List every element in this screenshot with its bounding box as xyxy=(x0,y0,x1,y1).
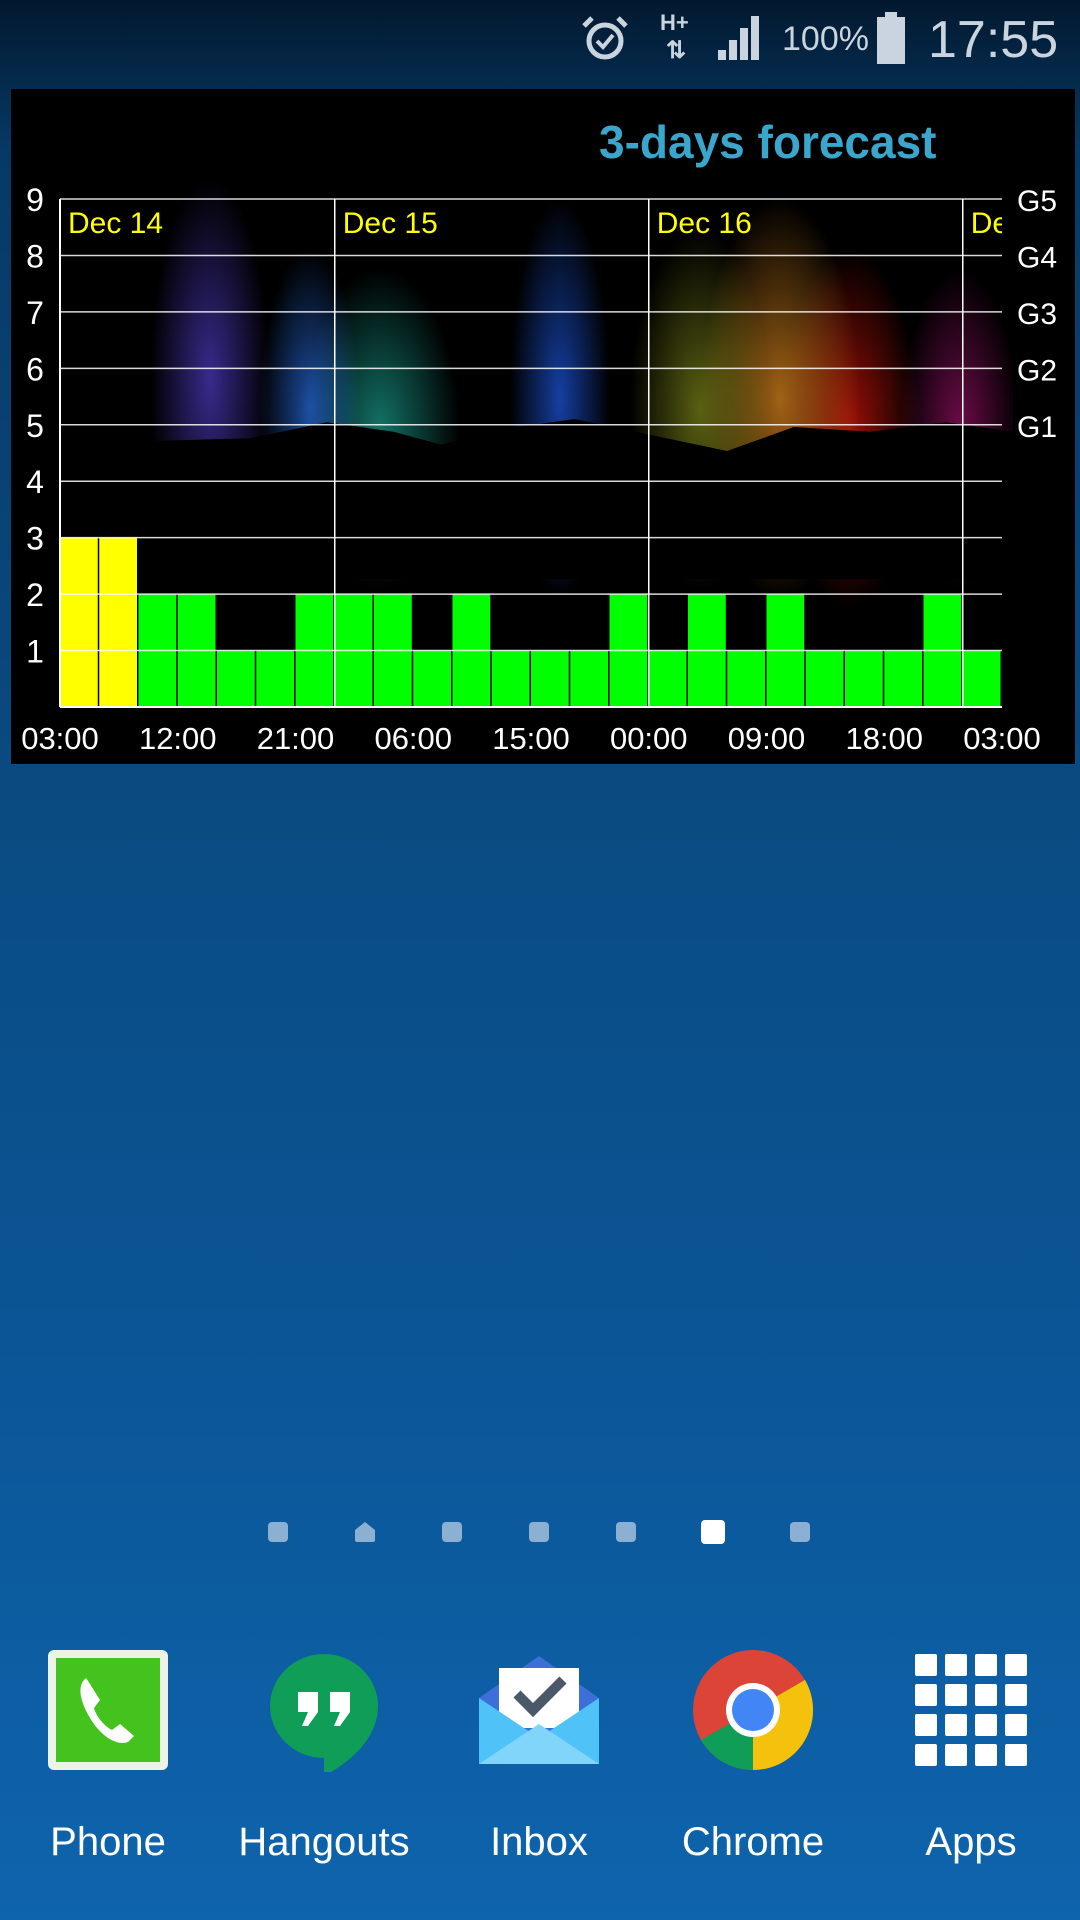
page-dot[interactable] xyxy=(616,1522,636,1542)
dock-label: Phone xyxy=(50,1820,166,1864)
x-tick-label: 00:00 xyxy=(610,721,688,756)
x-tick-label: 09:00 xyxy=(728,721,806,756)
phone-icon xyxy=(46,1648,170,1772)
bar xyxy=(60,537,98,707)
network-type: H+ xyxy=(660,10,689,35)
bar xyxy=(413,650,451,707)
x-tick-label: 06:00 xyxy=(374,721,452,756)
x-tick-label: 21:00 xyxy=(257,721,335,756)
apps-grid-square xyxy=(975,1684,997,1706)
y-tick-label: 8 xyxy=(26,238,44,274)
bar xyxy=(217,650,255,707)
apps-grid-square xyxy=(975,1654,997,1676)
bar xyxy=(962,650,1001,707)
y-tick-label: 9 xyxy=(26,182,44,218)
apps-grid-square xyxy=(975,1744,997,1766)
day-label: Dec 14 xyxy=(68,207,163,240)
apps-grid-square xyxy=(1005,1714,1027,1736)
g-scale-label: G5 xyxy=(1017,185,1057,218)
data-arrows-icon: ⇅ xyxy=(666,37,687,64)
page-dot[interactable] xyxy=(268,1522,288,1542)
dock-label: Inbox xyxy=(490,1820,588,1864)
day-label: Dec 16 xyxy=(657,207,752,240)
y-tick-label: 4 xyxy=(26,464,44,500)
bar xyxy=(845,650,883,707)
dock-phone[interactable]: Phone xyxy=(8,1648,208,1865)
bar xyxy=(570,650,608,707)
y-tick-label: 7 xyxy=(26,295,44,331)
alarm-icon xyxy=(582,16,628,60)
y-tick-label: 3 xyxy=(26,521,44,557)
page-dot[interactable] xyxy=(701,1520,725,1544)
page-dot[interactable] xyxy=(790,1522,810,1542)
aurora-forecast-widget[interactable]: 3-days forecast Dec 14 Dec 15 Dec 16 Dec 17… xyxy=(11,89,1075,764)
kp-bar-chart: Dec 14 Dec 15 Dec 16 Dec 17123456789G1G2G3G… xyxy=(21,182,1057,756)
bar xyxy=(99,537,137,707)
x-tick-label: 03:00 xyxy=(21,721,99,756)
page-dot[interactable] xyxy=(442,1522,462,1542)
bar xyxy=(805,650,844,707)
page-indicator xyxy=(0,1520,1080,1546)
apps-grid-square xyxy=(915,1654,937,1676)
bar xyxy=(648,650,687,707)
x-tick-label: 03:00 xyxy=(963,721,1041,756)
y-tick-label: 5 xyxy=(26,408,44,444)
bar xyxy=(491,650,530,707)
apps-grid-square xyxy=(945,1744,967,1766)
y-tick-label: 1 xyxy=(26,634,44,670)
bar xyxy=(884,650,922,707)
x-tick-label: 15:00 xyxy=(492,721,570,756)
home-page-dot-icon[interactable] xyxy=(355,1522,375,1542)
battery-percent: 100% xyxy=(782,20,869,58)
apps-grid-square xyxy=(945,1714,967,1736)
page-dot[interactable] xyxy=(529,1522,549,1542)
apps-grid-icon xyxy=(909,1648,1033,1772)
apps-grid-square xyxy=(975,1714,997,1736)
clock: 17:55 xyxy=(928,11,1059,69)
signal-icon xyxy=(718,16,759,60)
dock-chrome[interactable]: Chrome xyxy=(653,1648,853,1865)
x-tick-label: 12:00 xyxy=(139,721,217,756)
chrome-icon xyxy=(691,1648,815,1772)
dock-apps[interactable]: Apps xyxy=(871,1648,1071,1865)
g-scale-label: G4 xyxy=(1017,241,1057,274)
dock-inbox[interactable]: Inbox xyxy=(439,1648,639,1865)
apps-grid-square xyxy=(915,1744,937,1766)
battery-icon xyxy=(877,12,905,64)
status-bar: H+ ⇅ 100% 17:55 xyxy=(0,0,1080,80)
y-tick-label: 6 xyxy=(26,351,44,387)
g-scale-label: G1 xyxy=(1017,411,1057,444)
g-scale-label: G3 xyxy=(1017,298,1057,331)
day-label: Dec 15 xyxy=(343,207,438,240)
dock-label: Chrome xyxy=(681,1820,825,1864)
apps-grid-square xyxy=(915,1714,937,1736)
apps-grid-square xyxy=(1005,1684,1027,1706)
bar xyxy=(531,650,569,707)
apps-grid-square xyxy=(945,1654,967,1676)
bar xyxy=(256,650,294,707)
apps-grid-square xyxy=(1005,1654,1027,1676)
g-scale-label: G2 xyxy=(1017,354,1057,387)
bar xyxy=(727,650,765,707)
hangouts-icon xyxy=(262,1648,386,1776)
x-tick-label: 18:00 xyxy=(845,721,923,756)
apps-grid-square xyxy=(1005,1744,1027,1766)
apps-grid-square xyxy=(945,1684,967,1706)
dock-label: Hangouts xyxy=(238,1820,410,1864)
dock-label: Apps xyxy=(925,1820,1017,1864)
y-tick-label: 2 xyxy=(26,577,44,613)
apps-grid-square xyxy=(915,1684,937,1706)
inbox-icon xyxy=(477,1648,601,1772)
dock-hangouts[interactable]: Hangouts xyxy=(224,1648,424,1865)
